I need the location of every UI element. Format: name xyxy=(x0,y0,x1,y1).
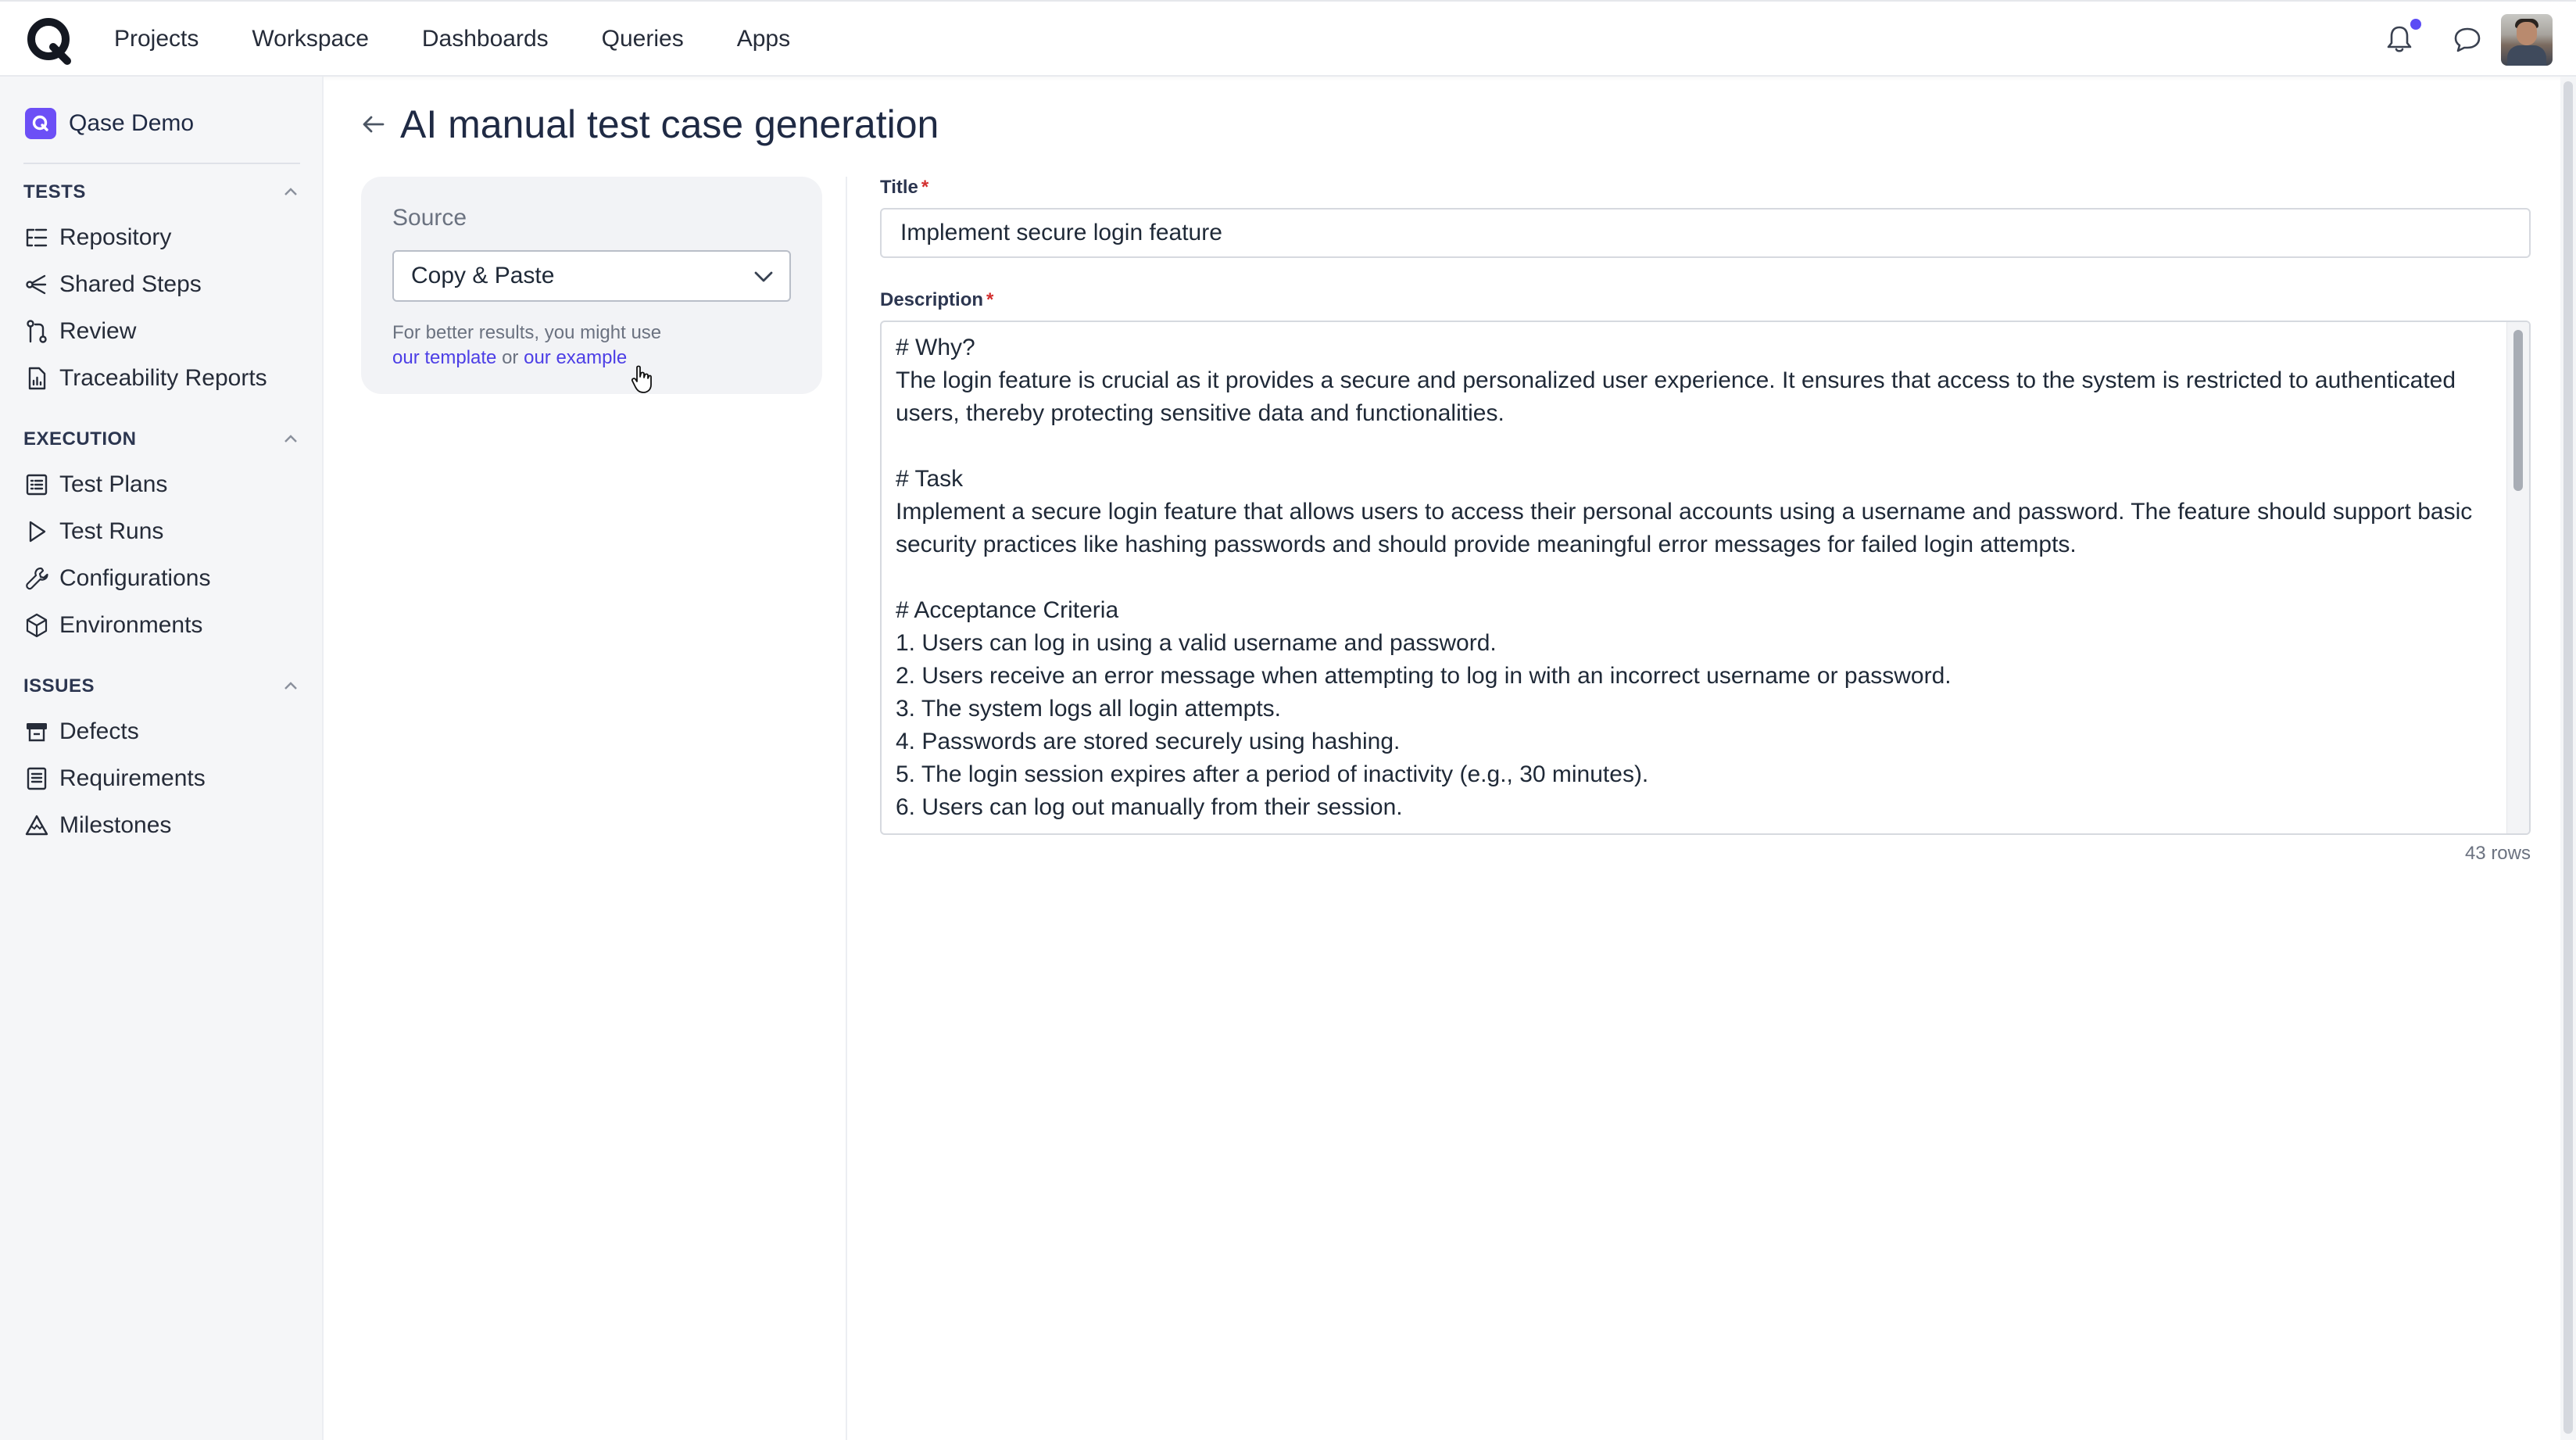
description-line: security practices like hashing password… xyxy=(896,532,2077,557)
hand-cursor-icon xyxy=(631,365,652,393)
title-field-label: Title * xyxy=(880,177,929,198)
report-icon xyxy=(28,367,46,390)
chat-icon[interactable] xyxy=(2452,25,2483,55)
sidebar-item-label: Review xyxy=(59,318,137,344)
sidebar-item-traceability-reports[interactable]: Traceability Reports xyxy=(23,363,267,394)
title-input-value: Implement secure login feature xyxy=(900,220,1222,245)
bell-icon[interactable] xyxy=(2384,23,2415,55)
sidebar-item-milestones[interactable]: Milestones xyxy=(23,810,171,841)
panel-divider xyxy=(846,177,847,1440)
source-hint: For better results, you might use our te… xyxy=(392,321,661,371)
page-scroll-thumb[interactable] xyxy=(2563,81,2573,1434)
description-line: # Acceptance Criteria xyxy=(896,597,1119,623)
avatar[interactable] xyxy=(2501,14,2553,66)
hint-text: For better results, you might use xyxy=(392,322,662,343)
description-line: 4. Passwords are stored securely using h… xyxy=(896,729,1401,754)
sidebar-item-label: Configurations xyxy=(59,565,211,591)
description-line: 3. The system logs all login attempts. xyxy=(896,696,1282,722)
milestone-icon xyxy=(25,815,48,836)
nav-queries[interactable]: Queries xyxy=(602,26,684,52)
page-header: AI manual test case generation xyxy=(360,102,939,147)
sidebar-item-requirements[interactable]: Requirements xyxy=(23,763,206,794)
top-navbar: Projects Workspace Dashboards Queries Ap… xyxy=(0,0,2576,77)
sidebar-item-label: Requirements xyxy=(59,765,206,791)
sidebar-item-label: Milestones xyxy=(59,812,172,838)
sidebar-item-label: Repository xyxy=(59,224,172,250)
repository-icon xyxy=(26,228,48,247)
sidebar-divider xyxy=(23,163,300,164)
sidebar-item-test-plans[interactable]: Test Plans xyxy=(23,469,167,500)
source-selected-value: Copy & Paste xyxy=(411,263,555,288)
sidebar-item-label: Test Plans xyxy=(59,471,168,497)
description-line xyxy=(896,430,2490,463)
project-logo-icon xyxy=(25,108,56,139)
chevron-up-icon[interactable] xyxy=(283,433,299,444)
back-arrow-icon[interactable] xyxy=(360,110,388,138)
sidebar-item-label: Environments xyxy=(59,612,203,638)
page-scrollbar[interactable] xyxy=(2560,77,2576,1440)
template-link[interactable]: our template xyxy=(392,347,496,368)
requirements-icon xyxy=(27,767,47,790)
description-line: The login feature is crucial as it provi… xyxy=(896,367,2456,393)
sidebar-item-shared-steps[interactable]: Shared Steps xyxy=(23,269,202,300)
play-icon xyxy=(29,521,46,543)
sidebar-item-test-runs[interactable]: Test Runs xyxy=(23,516,163,547)
example-link[interactable]: our example xyxy=(524,347,627,368)
sidebar-item-repository[interactable]: Repository xyxy=(23,222,171,253)
source-label: Source xyxy=(392,205,467,231)
review-icon xyxy=(27,320,47,343)
shared-steps-icon xyxy=(26,274,47,295)
sidebar-item-review[interactable]: Review xyxy=(23,316,136,347)
description-scrollbar[interactable] xyxy=(2506,322,2529,833)
project-name: Qase Demo xyxy=(69,110,195,136)
sidebar-item-label: Traceability Reports xyxy=(59,365,267,391)
cube-icon xyxy=(26,613,48,638)
hint-or: or xyxy=(502,347,519,368)
section-title-issues: ISSUES xyxy=(23,675,95,697)
test-plans-icon xyxy=(26,474,48,496)
chevron-down-icon xyxy=(754,271,773,282)
sidebar-item-configurations[interactable]: Configurations xyxy=(23,563,210,594)
wrench-icon xyxy=(26,567,48,590)
defects-icon xyxy=(27,723,47,742)
sidebar-item-defects[interactable]: Defects xyxy=(23,716,139,747)
chevron-up-icon[interactable] xyxy=(283,680,299,691)
description-line: 6. Users can log out manually from their… xyxy=(896,794,1403,820)
rows-count: 43 rows xyxy=(2464,843,2531,864)
sidebar-item-label: Shared Steps xyxy=(59,271,202,297)
chevron-up-icon[interactable] xyxy=(283,186,299,197)
description-textarea[interactable]: # Why? The login feature is crucial as it… xyxy=(880,321,2531,835)
description-field-label: Description * xyxy=(880,289,994,310)
source-panel: Source Copy & Paste For better results, … xyxy=(361,177,822,394)
project-switcher[interactable]: Qase Demo xyxy=(25,108,194,139)
nav-dashboards[interactable]: Dashboards xyxy=(422,26,549,52)
nav-apps[interactable]: Apps xyxy=(737,26,790,52)
title-input[interactable]: Implement secure login feature xyxy=(880,208,2531,258)
sidebar-item-label: Defects xyxy=(59,718,139,744)
sidebar-item-environments[interactable]: Environments xyxy=(23,610,202,641)
description-line: # Why? xyxy=(896,335,975,360)
page-title: AI manual test case generation xyxy=(400,102,939,146)
source-select[interactable]: Copy & Paste xyxy=(392,250,791,302)
main-nav: Projects Workspace Dashboards Queries Ap… xyxy=(114,2,843,77)
sidebar-item-label: Test Runs xyxy=(59,518,164,544)
description-line: Implement a secure login feature that al… xyxy=(896,499,2473,525)
description-line xyxy=(896,561,2490,594)
qase-logo[interactable] xyxy=(25,16,75,66)
description-line: # Task xyxy=(896,466,964,492)
description-scroll-thumb[interactable] xyxy=(2513,330,2523,491)
section-title-tests: TESTS xyxy=(23,181,86,202)
nav-workspace[interactable]: Workspace xyxy=(252,26,369,52)
description-content: # Why? The login feature is crucial as it… xyxy=(896,331,2490,824)
sidebar: Qase Demo TESTS Repository Shared Steps … xyxy=(0,77,324,1440)
notification-dot xyxy=(2410,19,2421,30)
description-line: 1. Users can log in using a valid userna… xyxy=(896,630,1497,656)
description-line: 2. Users receive an error message when a… xyxy=(896,663,1952,689)
description-line: users, thereby protecting sensitive data… xyxy=(896,400,1504,426)
nav-projects[interactable]: Projects xyxy=(114,26,199,52)
section-title-execution: EXECUTION xyxy=(23,428,137,450)
description-line: 5. The login session expires after a per… xyxy=(896,761,1649,787)
